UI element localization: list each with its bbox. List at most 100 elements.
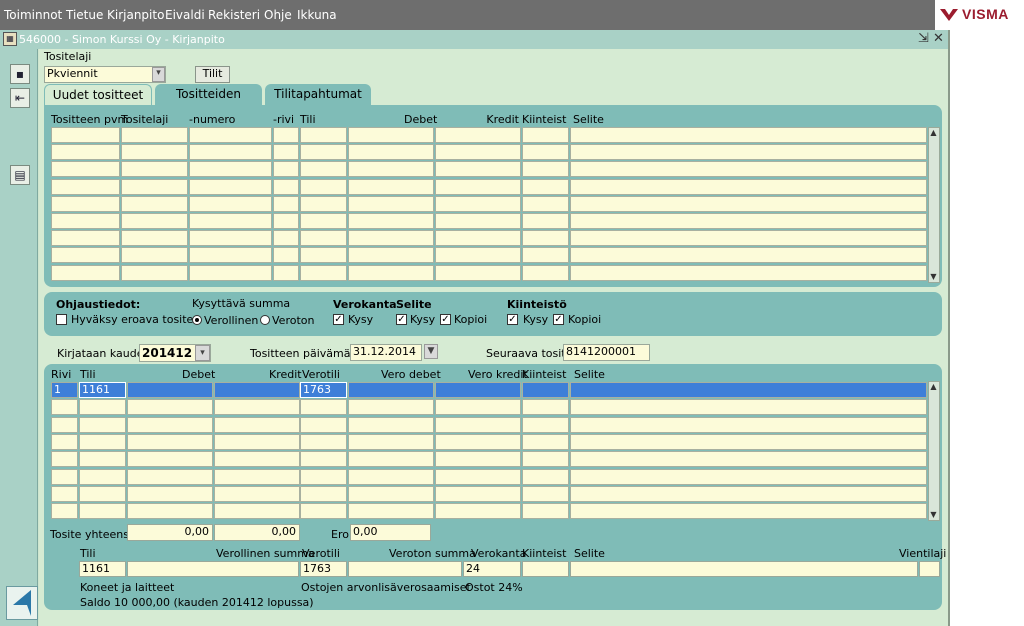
grid-cell[interactable] — [348, 399, 434, 416]
tab-tilitapahtumat[interactable]: Tilitapahtumat — [265, 84, 371, 105]
grid-cell[interactable] — [121, 247, 188, 264]
grid-cell[interactable] — [273, 264, 299, 281]
grid-cell[interactable] — [189, 144, 272, 161]
kiinteisto-kysy-checkbox[interactable]: ✓ — [507, 314, 518, 325]
grid-cell[interactable] — [273, 230, 299, 247]
grid-cell[interactable] — [189, 127, 272, 143]
grid-cell[interactable] — [348, 264, 434, 281]
grid-cell[interactable] — [214, 503, 300, 520]
grid-cell[interactable] — [300, 247, 347, 264]
grid-cell[interactable] — [189, 264, 272, 281]
grid-cell[interactable] — [51, 433, 78, 450]
grid-cell[interactable] — [348, 161, 434, 178]
grid-cell[interactable] — [300, 195, 347, 212]
grid-cell[interactable] — [189, 247, 272, 264]
grid-cell[interactable] — [435, 127, 521, 143]
grid-cell[interactable] — [435, 144, 521, 161]
grid-cell[interactable] — [273, 195, 299, 212]
grid-cell[interactable] — [522, 264, 569, 281]
detail-verotili-field[interactable]: 1763 — [300, 561, 347, 577]
menu-ikkuna[interactable]: Ikkuna — [297, 8, 337, 22]
exit-icon[interactable]: ⇤ — [10, 88, 30, 108]
grid-cell[interactable] — [348, 485, 434, 502]
grid-cell[interactable] — [51, 485, 78, 502]
grid-cell[interactable] — [348, 230, 434, 247]
print-icon[interactable]: ▤ — [10, 165, 30, 185]
grid-cell[interactable] — [570, 433, 927, 450]
veroton-radio[interactable] — [260, 315, 270, 325]
grid-cell[interactable] — [570, 264, 927, 281]
grid-cell[interactable] — [570, 144, 927, 161]
grid-cell[interactable] — [273, 161, 299, 178]
grid-cell[interactable] — [522, 485, 569, 502]
grid-cell[interactable] — [348, 195, 434, 212]
detail-verokanta-field[interactable]: 24 — [463, 561, 521, 577]
tab-tositteiden-selailu[interactable]: Tositteiden selailu — [155, 84, 262, 122]
grid-cell[interactable] — [189, 195, 272, 212]
grid-cell[interactable] — [348, 451, 434, 468]
grid-cell[interactable] — [570, 247, 927, 264]
grid-cell[interactable] — [435, 451, 521, 468]
grid-cell[interactable] — [51, 230, 120, 247]
detail-veroton-summa-field[interactable] — [348, 561, 462, 577]
grid-cell[interactable] — [273, 144, 299, 161]
grid-cell[interactable] — [51, 161, 120, 178]
grid-cell[interactable] — [51, 247, 120, 264]
grid-cell[interactable] — [435, 485, 521, 502]
grid-cell[interactable] — [435, 416, 521, 433]
grid-cell[interactable] — [522, 416, 569, 433]
menu-kirjanpito[interactable]: Kirjanpito — [107, 8, 164, 22]
grid-cell[interactable] — [522, 195, 569, 212]
grid-cell[interactable] — [348, 213, 434, 229]
detail-verollinen-summa-field[interactable] — [127, 561, 299, 577]
grid-cell[interactable] — [51, 503, 78, 520]
grid-cell[interactable] — [570, 399, 927, 416]
grid-cell[interactable] — [570, 230, 927, 247]
grid-cell[interactable] — [273, 247, 299, 264]
grid-cell[interactable] — [348, 127, 434, 143]
grid-cell[interactable] — [127, 416, 213, 433]
grid-cell[interactable] — [435, 230, 521, 247]
grid-cell[interactable] — [435, 503, 521, 520]
menu-tietue[interactable]: Tietue — [66, 8, 103, 22]
grid-cell[interactable] — [51, 213, 120, 229]
grid-cell[interactable] — [51, 399, 78, 416]
selected-row-cell[interactable] — [570, 382, 927, 398]
grid-cell[interactable] — [51, 178, 120, 195]
grid-cell[interactable] — [127, 485, 213, 502]
row-tili-cell[interactable]: 1161 — [79, 382, 126, 398]
grid-cell[interactable] — [348, 416, 434, 433]
save-icon[interactable]: ▪ — [10, 64, 30, 84]
grid-cell[interactable] — [570, 451, 927, 468]
tab-uudet-tositteet[interactable]: Uudet tositteet — [44, 84, 152, 105]
grid-cell[interactable] — [570, 161, 927, 178]
grid-cell[interactable] — [300, 213, 347, 229]
grid-cell[interactable] — [214, 485, 300, 502]
selite-kopioi-checkbox[interactable]: ✓ — [440, 314, 451, 325]
grid-cell[interactable] — [522, 503, 569, 520]
grid-cell[interactable] — [79, 503, 126, 520]
grid-cell[interactable] — [127, 451, 213, 468]
grid-cell[interactable] — [51, 195, 120, 212]
row-rivi-cell[interactable]: 1 — [51, 382, 78, 398]
seuraava-field[interactable]: 8141200001 — [563, 344, 650, 361]
grid-cell[interactable] — [51, 144, 120, 161]
grid-cell[interactable] — [348, 144, 434, 161]
grid-cell[interactable] — [570, 178, 927, 195]
grid-cell[interactable] — [435, 468, 521, 485]
grid-cell[interactable] — [79, 416, 126, 433]
grid-cell[interactable] — [51, 264, 120, 281]
grid-cell[interactable] — [79, 399, 126, 416]
scroll-down-icon[interactable]: ▼ — [929, 272, 938, 281]
grid-cell[interactable] — [79, 451, 126, 468]
grid-cell[interactable] — [435, 433, 521, 450]
grid-cell[interactable] — [214, 399, 300, 416]
grid-cell[interactable] — [273, 127, 299, 143]
grid-cell[interactable] — [522, 230, 569, 247]
grid-cell[interactable] — [121, 230, 188, 247]
grid-cell[interactable] — [300, 264, 347, 281]
grid-cell[interactable] — [121, 161, 188, 178]
grid-cell[interactable] — [348, 178, 434, 195]
grid-cell[interactable] — [570, 416, 927, 433]
detail-selite-field[interactable] — [570, 561, 918, 577]
